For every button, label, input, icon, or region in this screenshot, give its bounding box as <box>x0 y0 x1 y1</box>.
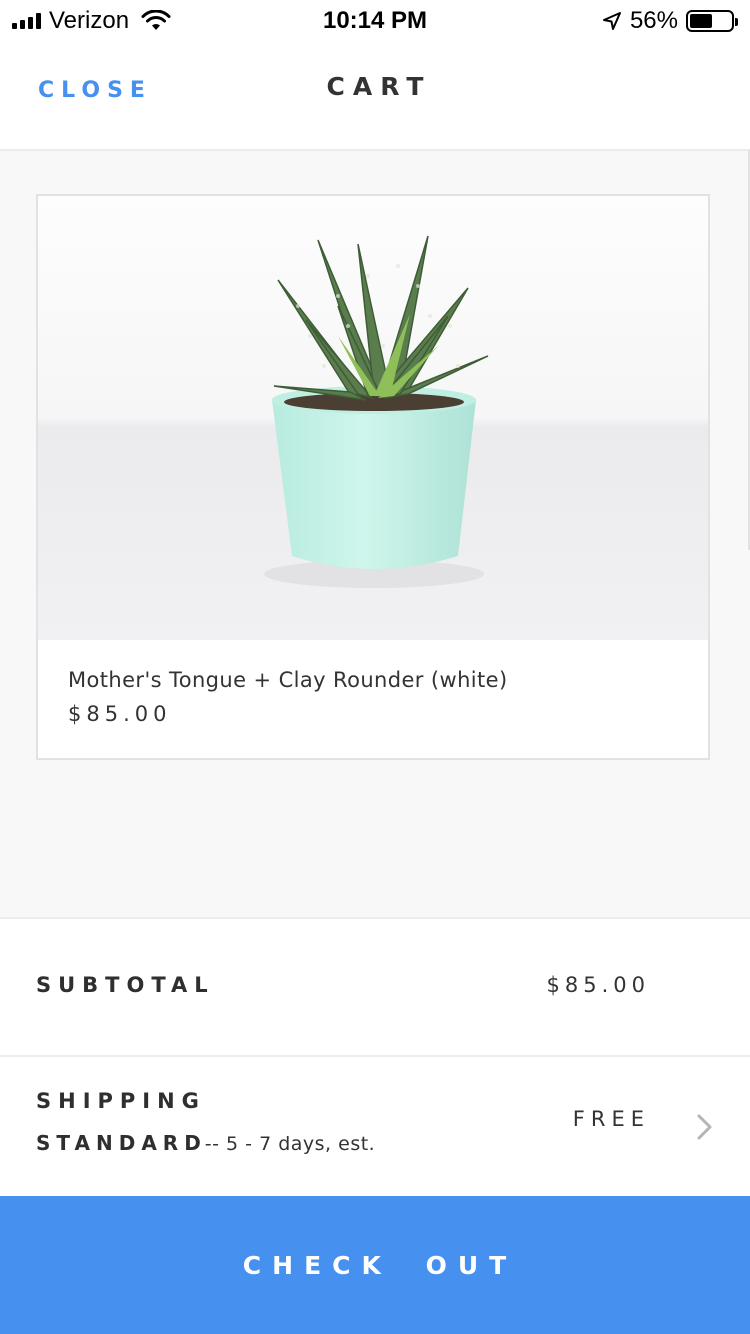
battery-nub <box>735 18 738 26</box>
subtotal-value: $85.00 <box>546 973 650 997</box>
page-title: CART <box>326 72 432 101</box>
cart-item-card[interactable]: Mother's Tongue + Clay Rounder (white) $… <box>36 194 710 760</box>
status-bar: Verizon 10:14 PM 56% <box>0 0 750 40</box>
shipping-row[interactable]: SHIPPING STANDARD -- 5 - 7 days, est. FR… <box>0 1055 750 1197</box>
shipping-method: STANDARD -- 5 - 7 days, est. <box>36 1131 375 1155</box>
product-name: Mother's Tongue + Clay Rounder (white) <box>68 668 508 692</box>
checkout-label: CHECK OUT <box>242 1250 518 1280</box>
shipping-method-desc: -- 5 - 7 days, est. <box>204 1133 376 1155</box>
battery-icon <box>686 10 738 32</box>
shipping-method-name: STANDARD <box>36 1131 207 1155</box>
cart-header: CLOSE CART <box>0 40 750 151</box>
subtotal-row: SUBTOTAL $85.00 <box>0 917 750 1057</box>
shipping-label: SHIPPING <box>36 1089 206 1113</box>
chevron-right-icon[interactable] <box>696 1113 714 1141</box>
shipping-value: FREE <box>572 1107 650 1131</box>
battery-percent: 56% <box>629 7 678 34</box>
product-price: $85.00 <box>68 702 172 726</box>
location-arrow-icon <box>602 12 621 30</box>
battery-fill <box>690 14 713 28</box>
checkout-button[interactable]: CHECK OUT <box>0 1196 750 1334</box>
subtotal-label: SUBTOTAL <box>36 973 215 997</box>
status-right: 56% <box>602 7 738 35</box>
product-image <box>38 196 708 640</box>
